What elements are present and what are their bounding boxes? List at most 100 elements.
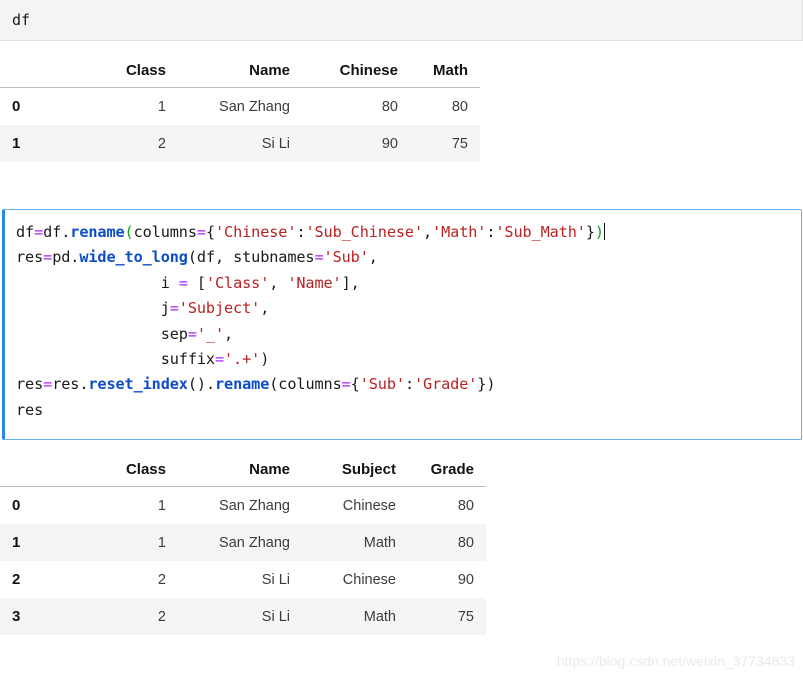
cell-grade: 75 (408, 598, 486, 635)
code-token: { (350, 375, 360, 394)
code-token: wide_to_long (79, 248, 188, 267)
code-input-cell[interactable]: df=df.rename(columns={'Chinese':'Sub_Chi… (2, 209, 802, 440)
code-line[interactable]: res=pd.wide_to_long(df, stubnames='Sub', (16, 245, 605, 270)
result-dataframe-table: Class Name Subject Grade 0 1 San Zhang C… (0, 455, 486, 635)
input-col-math: Math (410, 56, 480, 88)
result-table-head: Class Name Subject Grade (0, 455, 486, 487)
input-dataframe: Class Name Chinese Math 0 1 San Zhang 80… (0, 56, 480, 162)
code-token: 'Subject' (178, 299, 261, 318)
code-token: res (16, 248, 44, 267)
code-token: sep (16, 324, 188, 343)
input-table-header-row: Class Name Chinese Math (0, 56, 480, 88)
code-token: (df, stubnames (187, 248, 315, 267)
code-token: = (314, 248, 324, 267)
result-table-header-row: Class Name Subject Grade (0, 455, 486, 487)
csdn-watermark: https://blog.csdn.net/weixin_37734833 (556, 653, 795, 669)
code-token: pd. (52, 248, 80, 267)
cell-name: Si Li (261, 571, 290, 588)
code-line[interactable]: j='Subject', (16, 296, 605, 321)
code-token: 'Sub' (323, 248, 369, 267)
cell-class: 1 (68, 524, 178, 561)
code-token: , (269, 273, 288, 292)
top-cell-code-text[interactable]: df (12, 9, 30, 31)
result-table-body: 0 1 San Zhang Chinese 80 1 1 San Zhang M… (0, 487, 486, 635)
cell-name: Si Li (178, 598, 302, 635)
input-col-name: Name (178, 56, 302, 88)
table-row: 1 2 Si Li 90 75 (0, 125, 480, 162)
code-token: df (16, 223, 35, 241)
input-table-head: Class Name Chinese Math (0, 56, 480, 88)
cell-chinese: 80 (381, 98, 398, 115)
code-line[interactable]: res (16, 398, 605, 423)
input-col-index (0, 56, 68, 88)
code-line[interactable]: res=res.reset_index().rename(columns={'S… (16, 372, 605, 397)
code-line[interactable]: suffix='.+') (16, 347, 605, 372)
cell-class: 1 (157, 98, 166, 115)
cell-grade: 80 (408, 524, 486, 561)
row-index: 1 (0, 524, 68, 561)
code-token: (). (187, 375, 215, 394)
row-index: 3 (0, 598, 68, 635)
table-row: 0 1 San Zhang 80 80 (0, 88, 480, 126)
input-col-class: Class (68, 56, 178, 88)
clipped-previous-line: __ ______ ___ (12, 0, 792, 5)
table-row: 2 2 Si Li Chinese 90 (0, 561, 486, 598)
code-token: = (214, 350, 225, 369)
cell-subject: Chinese (342, 497, 396, 514)
result-col-name: Name (178, 455, 302, 487)
code-token: columns (133, 223, 197, 241)
code-token: j (16, 299, 170, 318)
row-index: 2 (12, 571, 21, 588)
cell-class: 2 (68, 598, 178, 635)
code-line[interactable]: df=df.rename(columns={'Chinese':'Sub_Chi… (16, 220, 606, 245)
top-input-cell[interactable]: __ ______ ___ df (0, 0, 803, 41)
code-line[interactable]: sep='_', (16, 322, 605, 347)
code-token: ], (341, 273, 360, 292)
code-token: (columns (269, 375, 342, 394)
code-token: df. (43, 223, 71, 241)
code-token: = (178, 273, 188, 292)
row-index: 1 (0, 125, 68, 162)
cell-name: San Zhang (219, 497, 290, 514)
code-token: reset_index (88, 375, 188, 394)
cell-name: San Zhang (178, 524, 302, 561)
code-token: rename (70, 223, 125, 241)
code-token: 'Sub_Chinese' (305, 223, 424, 241)
cell-class: 2 (157, 571, 166, 588)
code-token: ) (260, 350, 270, 369)
table-row: 3 2 Si Li Math 75 (0, 598, 486, 635)
code-token: , (368, 248, 378, 267)
input-dataframe-table: Class Name Chinese Math 0 1 San Zhang 80… (0, 56, 480, 162)
code-token: ) (594, 223, 604, 241)
code-token: res (16, 400, 44, 419)
cell-class: 2 (68, 125, 178, 162)
cell-math: 80 (451, 98, 468, 115)
table-row: 0 1 San Zhang Chinese 80 (0, 487, 486, 525)
code-token: [ (187, 273, 206, 292)
code-token: = (196, 223, 206, 241)
cell-grade: 90 (457, 571, 474, 588)
cell-subject: Math (302, 524, 408, 561)
code-token: suffix (16, 350, 215, 369)
result-col-class: Class (68, 455, 178, 487)
cell-name: Si Li (178, 125, 302, 162)
table-row: 1 1 San Zhang Math 80 (0, 524, 486, 561)
code-token: { (205, 223, 215, 241)
text-caret (603, 223, 606, 240)
code-token: } (585, 223, 595, 241)
code-token: 'Class' (205, 273, 270, 292)
code-token: , (260, 299, 270, 318)
code-token: , (423, 223, 433, 241)
code-line[interactable]: i = ['Class', 'Name'], (16, 271, 605, 296)
code-editor-text[interactable]: df=df.rename(columns={'Chinese':'Sub_Chi… (16, 220, 606, 423)
code-token: = (341, 375, 351, 394)
cell-math: 75 (410, 125, 480, 162)
code-token: = (43, 375, 53, 394)
row-index: 0 (12, 98, 21, 115)
result-col-subject: Subject (302, 455, 408, 487)
cell-chinese: 90 (302, 125, 410, 162)
code-token: res. (52, 375, 89, 394)
code-token: i (16, 273, 179, 292)
code-token: = (169, 299, 179, 318)
code-token: 'Grade' (413, 375, 478, 394)
